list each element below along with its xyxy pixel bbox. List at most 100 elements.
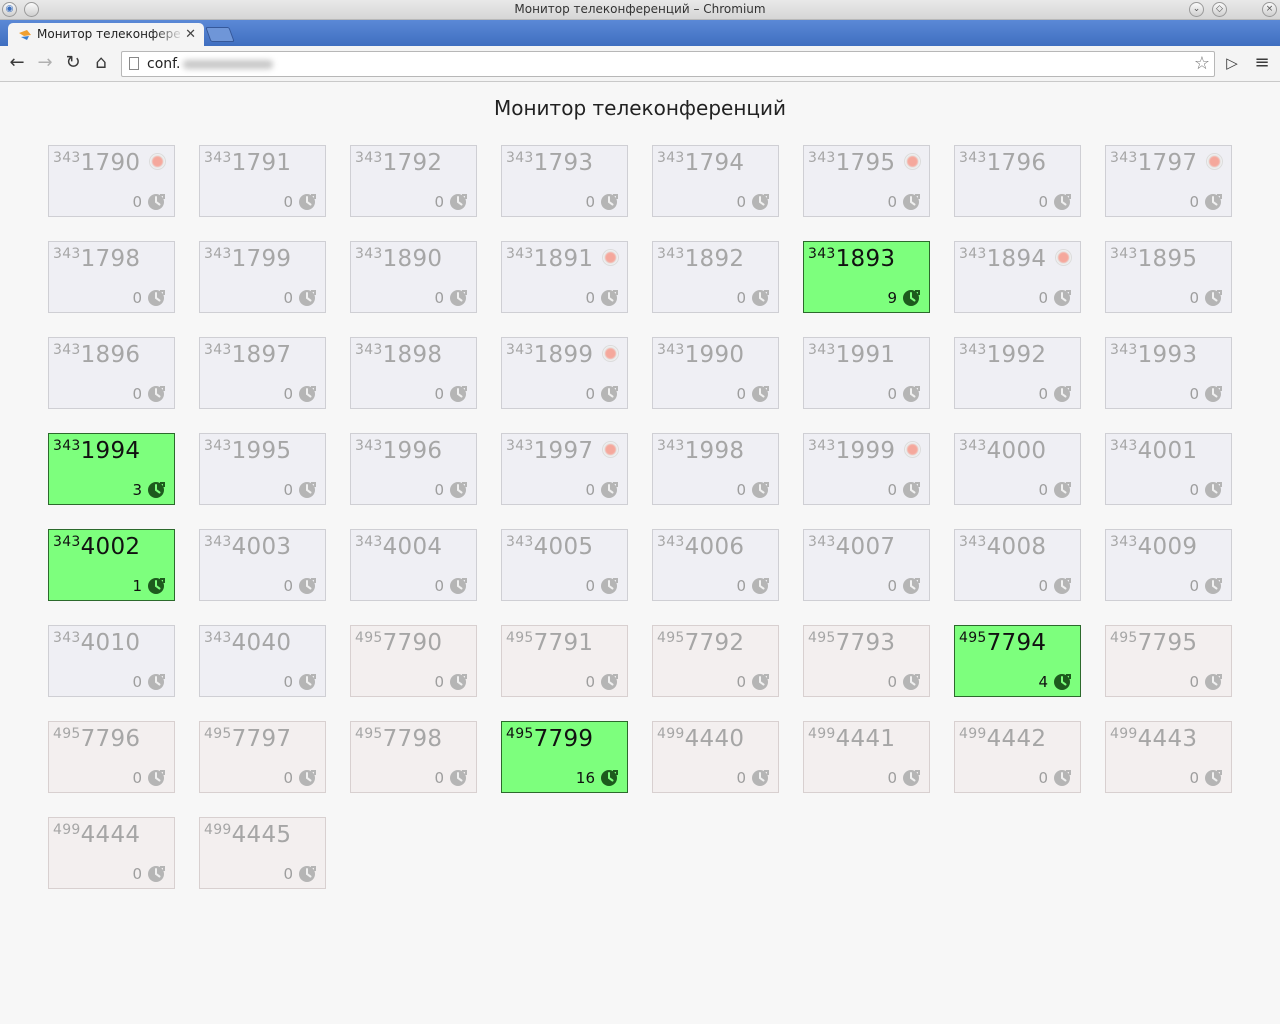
room-tile[interactable]: 4957799 16 [501, 721, 628, 793]
room-tile[interactable]: 3434004 0 [350, 529, 477, 601]
room-tile[interactable]: 3434009 0 [1105, 529, 1232, 601]
room-tile[interactable]: 4994442 0 [954, 721, 1081, 793]
room-tile[interactable]: 3431892 0 [652, 241, 779, 313]
room-tile[interactable]: 3434000 0 [954, 433, 1081, 505]
room-tile[interactable]: 3431790 0 [48, 145, 175, 217]
address-bar[interactable]: conf. ☆ [121, 51, 1215, 77]
room-tile[interactable]: 4957798 0 [350, 721, 477, 793]
new-tab-button[interactable] [205, 27, 235, 42]
clock-icon [1205, 578, 1222, 594]
bookmark-star-icon[interactable]: ☆ [1194, 52, 1210, 76]
room-number: 3431892 [657, 246, 744, 272]
room-prefix: 343 [53, 630, 81, 646]
participant-count: 0 [585, 385, 595, 403]
room-tile[interactable]: 3431896 0 [48, 337, 175, 409]
room-tile[interactable]: 3431897 0 [199, 337, 326, 409]
room-tile[interactable]: 3431796 0 [954, 145, 1081, 217]
room-tile[interactable]: 3431898 0 [350, 337, 477, 409]
room-tile[interactable]: 3431894 0 [954, 241, 1081, 313]
room-tile[interactable]: 3431792 0 [350, 145, 477, 217]
room-tile[interactable]: 4957792 0 [652, 625, 779, 697]
room-tile[interactable]: 3434001 0 [1105, 433, 1232, 505]
room-extension: 7795 [1137, 630, 1198, 656]
room-tile[interactable]: 3431797 0 [1105, 145, 1232, 217]
chromium-menu-icon[interactable]: ◉ [2, 2, 17, 17]
maximize-icon[interactable]: ◇ [1212, 2, 1227, 17]
room-tile[interactable]: 3431996 0 [350, 433, 477, 505]
forward-icon[interactable]: → [34, 52, 56, 74]
room-tile[interactable]: 3431798 0 [48, 241, 175, 313]
room-extension: 1996 [382, 438, 443, 464]
participant-count: 0 [1189, 385, 1199, 403]
room-tile[interactable]: 3431899 0 [501, 337, 628, 409]
room-tile[interactable]: 3431998 0 [652, 433, 779, 505]
room-tile[interactable]: 3431794 0 [652, 145, 779, 217]
room-tile[interactable]: 3434010 0 [48, 625, 175, 697]
room-tile[interactable]: 4994444 0 [48, 817, 175, 889]
room-tile[interactable]: 3431990 0 [652, 337, 779, 409]
room-tile[interactable]: 3431793 0 [501, 145, 628, 217]
room-tile[interactable]: 4957795 0 [1105, 625, 1232, 697]
room-tile[interactable]: 4994441 0 [803, 721, 930, 793]
room-tile[interactable]: 3434005 0 [501, 529, 628, 601]
room-tile[interactable]: 3431999 0 [803, 433, 930, 505]
minimize-icon[interactable]: ⌄ [1189, 2, 1204, 17]
room-tile[interactable]: 3434007 0 [803, 529, 930, 601]
home-icon[interactable]: ⌂ [90, 52, 112, 74]
room-tile[interactable]: 4957793 0 [803, 625, 930, 697]
room-tile[interactable]: 3434040 0 [199, 625, 326, 697]
room-tile[interactable]: 3431891 0 [501, 241, 628, 313]
room-tile[interactable]: 4994445 0 [199, 817, 326, 889]
room-tile[interactable]: 3434006 0 [652, 529, 779, 601]
room-tile[interactable]: 3434003 0 [199, 529, 326, 601]
back-icon[interactable]: ← [6, 52, 28, 74]
extension-icon[interactable]: ▷ [1221, 52, 1243, 74]
participant-count: 0 [1038, 385, 1048, 403]
room-extension: 4008 [986, 534, 1047, 560]
room-prefix: 343 [959, 150, 987, 166]
tab-active[interactable]: Монитор телеконфере ✕ [8, 23, 204, 47]
room-tile[interactable]: 4957796 0 [48, 721, 175, 793]
room-tile[interactable]: 3431991 0 [803, 337, 930, 409]
participant-count: 0 [283, 865, 293, 883]
menu-icon[interactable]: ≡ [1251, 52, 1273, 74]
close-window-icon[interactable]: × [1262, 2, 1277, 17]
clock-icon [903, 482, 920, 498]
room-tile[interactable]: 4957791 0 [501, 625, 628, 697]
room-tile[interactable]: 3434008 0 [954, 529, 1081, 601]
room-tile[interactable]: 4957794 4 [954, 625, 1081, 697]
room-tile[interactable]: 3431890 0 [350, 241, 477, 313]
window-menu-icon[interactable] [24, 2, 39, 17]
room-tile[interactable]: 3431995 0 [199, 433, 326, 505]
room-tile[interactable]: 3431994 3 [48, 433, 175, 505]
room-number: 3431992 [959, 342, 1046, 368]
clock-icon [752, 674, 769, 690]
room-tile[interactable]: 4957797 0 [199, 721, 326, 793]
tab-close-icon[interactable]: ✕ [185, 23, 196, 46]
room-number: 3431990 [657, 342, 744, 368]
room-extension: 7799 [533, 726, 594, 752]
room-prefix: 499 [808, 726, 836, 742]
participant-count: 0 [283, 193, 293, 211]
participant-count: 0 [132, 865, 142, 883]
room-tile[interactable]: 3434002 1 [48, 529, 175, 601]
room-tile[interactable]: 4957790 0 [350, 625, 477, 697]
participant-count: 0 [434, 577, 444, 595]
room-tile[interactable]: 3431997 0 [501, 433, 628, 505]
room-tile[interactable]: 4994440 0 [652, 721, 779, 793]
room-extension: 1791 [231, 150, 292, 176]
room-prefix: 499 [959, 726, 987, 742]
reload-icon[interactable]: ↻ [62, 52, 84, 74]
room-tile[interactable]: 3431992 0 [954, 337, 1081, 409]
room-tile[interactable]: 3431893 9 [803, 241, 930, 313]
room-tile[interactable]: 3431795 0 [803, 145, 930, 217]
room-number: 3434005 [506, 534, 593, 560]
room-number: 3431894 [959, 246, 1046, 272]
room-tile[interactable]: 4994443 0 [1105, 721, 1232, 793]
room-tile[interactable]: 3431799 0 [199, 241, 326, 313]
room-tile[interactable]: 3431895 0 [1105, 241, 1232, 313]
room-extension: 1797 [1137, 150, 1198, 176]
room-tile[interactable]: 3431993 0 [1105, 337, 1232, 409]
clock-icon [752, 578, 769, 594]
room-tile[interactable]: 3431791 0 [199, 145, 326, 217]
